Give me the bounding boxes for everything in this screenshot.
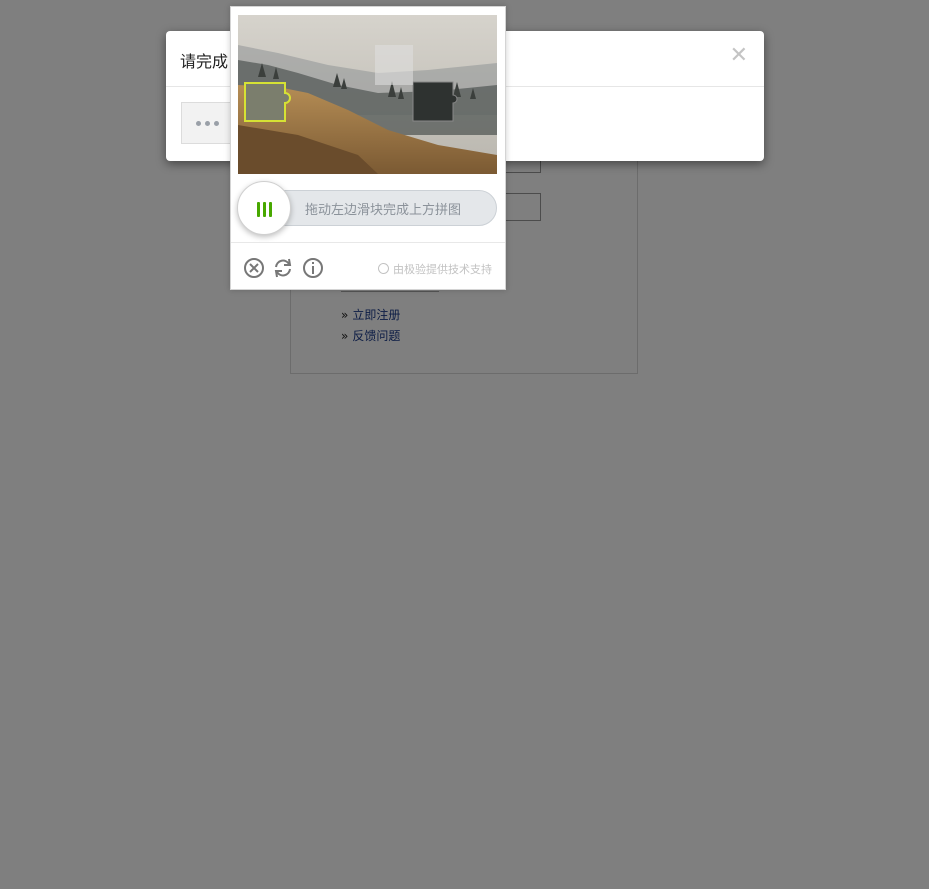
slider-handle[interactable] bbox=[237, 181, 291, 235]
captcha-popup: 拖动左边滑块完成上方拼图 由极验提供技术支持 bbox=[230, 6, 506, 290]
captcha-footer: 由极验提供技术支持 bbox=[231, 242, 505, 291]
dot bbox=[214, 121, 219, 126]
landscape-image bbox=[238, 15, 497, 174]
captcha-trigger-button[interactable] bbox=[181, 102, 233, 144]
slider-hint: 拖动左边滑块完成上方拼图 bbox=[305, 203, 462, 218]
grip-icon bbox=[269, 202, 272, 217]
close-icon[interactable]: ✕ bbox=[730, 43, 748, 69]
info-icon[interactable] bbox=[302, 257, 324, 279]
refresh-icon[interactable] bbox=[272, 257, 294, 279]
close-circle-icon[interactable] bbox=[243, 257, 265, 279]
credit-label: 由极验提供技术支持 bbox=[393, 263, 492, 276]
dot bbox=[196, 121, 201, 126]
credit-text[interactable]: 由极验提供技术支持 bbox=[378, 261, 492, 277]
puzzle-image bbox=[238, 15, 497, 174]
geetest-icon bbox=[378, 263, 389, 274]
dialog-title: 请完成 bbox=[180, 52, 229, 71]
grip-icon bbox=[257, 202, 260, 217]
grip-icon bbox=[263, 202, 266, 217]
dot bbox=[205, 121, 210, 126]
